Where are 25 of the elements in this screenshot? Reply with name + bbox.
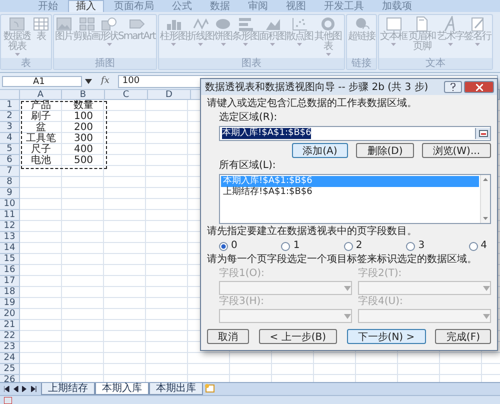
group-label: 表 xyxy=(1,58,51,69)
field-label: 选定区域(R): xyxy=(219,112,278,124)
table-cell-text: 200 xyxy=(72,122,94,133)
table-cell-text: 尺子 xyxy=(30,144,52,155)
group-label: 图表 xyxy=(159,58,344,69)
table-cell-text: 500 xyxy=(72,155,94,166)
group-label: 链接 xyxy=(347,58,376,69)
instruction-text: 请为每一个页字段选定一个项目标签来标识选定的数据区域。 xyxy=(207,254,478,266)
group-label: 文本 xyxy=(379,58,492,69)
table-cell-text: 400 xyxy=(72,144,94,155)
field-label: 所有区域(L): xyxy=(219,160,277,172)
table-cell-text: 电池 xyxy=(30,155,52,166)
dialog-title: 数据透视表和数据透视图向导 -- 步骤 2b (共 3 步) xyxy=(205,80,428,94)
group-label: 插图 xyxy=(54,58,156,69)
table-cell-text: 100 xyxy=(72,111,94,122)
field-label: 字段1(O): xyxy=(219,268,266,280)
field-label: 字段3(H): xyxy=(219,296,266,308)
table-cell-text: 刷子 xyxy=(30,111,52,122)
field-label: 字段2(T): xyxy=(358,268,403,280)
table-cell-text: 工具笔 xyxy=(25,133,57,144)
field-label: 字段4(U): xyxy=(358,296,404,308)
instruction-text: 请键入或选定包含汇总数据的工作表数据区域。 xyxy=(207,98,418,110)
table-cell-text: 盆 xyxy=(35,122,47,133)
table-cell-text: 300 xyxy=(72,133,94,144)
instruction-text: 请先指定要建立在数据透视表中的页字段数目。 xyxy=(207,226,418,238)
